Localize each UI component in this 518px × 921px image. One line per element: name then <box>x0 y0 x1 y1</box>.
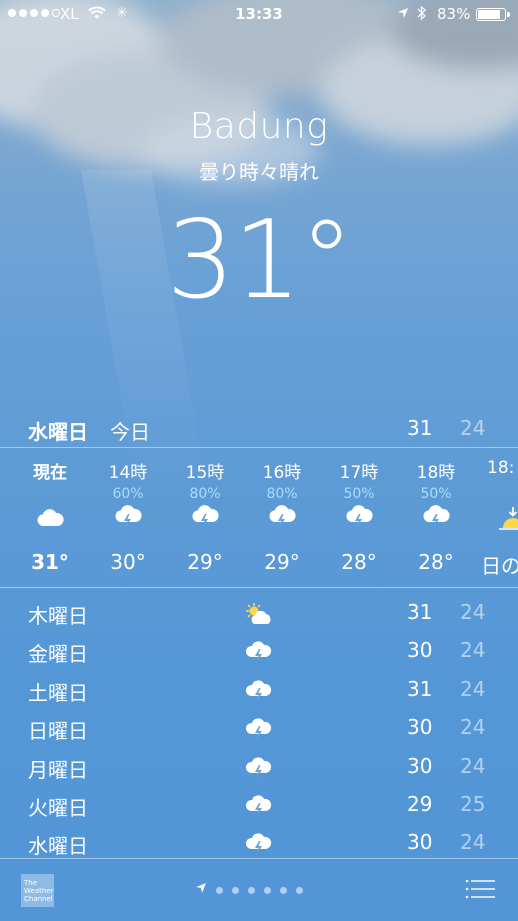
thunderstorm-icon <box>192 505 219 528</box>
thunderstorm-icon <box>245 833 272 855</box>
precip-chance: 80% <box>266 486 298 502</box>
daily-row: 日曜日 30 24 <box>0 711 518 749</box>
daily-low: 24 <box>460 600 486 624</box>
daily-row: 月曜日 30 24 <box>0 750 518 788</box>
daily-row: 木曜日 31 24 <box>0 596 518 634</box>
thunderstorm-icon <box>423 505 450 528</box>
page-dot <box>232 886 239 894</box>
hour-time: 18時 <box>416 463 456 483</box>
daily-day: 土曜日 <box>28 681 88 705</box>
today-high: 31 <box>407 416 433 440</box>
precip-chance: 80% <box>189 486 221 502</box>
thunderstorm-icon <box>245 718 272 740</box>
daily-high: 30 <box>407 715 433 739</box>
daily-day: 木曜日 <box>28 604 88 628</box>
thunderstorm-icon <box>346 505 373 528</box>
hour-time: 18: <box>487 458 515 478</box>
bluetooth-icon <box>417 5 427 25</box>
cloud-icon <box>37 509 64 526</box>
daily-high: 31 <box>407 677 433 701</box>
thunderstorm-icon <box>245 680 272 702</box>
page-dot <box>296 886 303 894</box>
daily-low: 24 <box>460 677 486 701</box>
precip-chance: 50% <box>420 486 452 502</box>
hourly-forecast[interactable]: 現在 31° 14時 60% 30° 15時 80% 29° 16時 80% 2… <box>0 448 518 586</box>
thunderstorm-icon <box>245 757 272 779</box>
daily-high: 29 <box>407 792 433 816</box>
today-label: 今日 <box>110 420 150 444</box>
today-day: 水曜日 <box>28 420 88 444</box>
daily-high: 30 <box>407 754 433 778</box>
hour-temp: 28° <box>418 550 454 574</box>
location-arrow-icon <box>397 5 409 23</box>
daily-high: 30 <box>407 638 433 662</box>
page-indicator[interactable] <box>195 882 303 898</box>
hour-temp: 日の <box>481 554 518 578</box>
daily-day: 日曜日 <box>28 719 88 743</box>
city-list-icon[interactable] <box>465 878 495 900</box>
today-low: 24 <box>460 416 486 440</box>
page-dot <box>248 886 255 894</box>
daily-low: 24 <box>460 638 486 662</box>
daily-day: 金曜日 <box>28 642 88 666</box>
partly-sunny-icon <box>246 603 271 624</box>
city-name: Badung <box>189 106 329 147</box>
daily-row: 火曜日 29 25 <box>0 788 518 826</box>
page-dot <box>280 886 287 894</box>
precip-chance: 50% <box>343 486 375 502</box>
today-summary: 水曜日 今日 31 24 <box>0 414 518 446</box>
footer-bar: The Weather Channel <box>0 858 518 921</box>
hour-time: 14時 <box>108 463 148 483</box>
weather-condition: 曇り時々晴れ <box>199 160 319 184</box>
precip-chance: 60% <box>112 486 144 502</box>
daily-day: 火曜日 <box>28 796 88 820</box>
divider <box>0 587 518 588</box>
daily-low: 24 <box>460 830 486 854</box>
hour-temp: 31° <box>31 550 69 574</box>
hour-time: 16時 <box>262 463 302 483</box>
hour-time: 17時 <box>339 463 379 483</box>
thunderstorm-icon <box>245 641 272 663</box>
page-dot <box>264 886 271 894</box>
hour-time: 現在 <box>33 463 67 483</box>
location-arrow-icon <box>195 882 207 898</box>
sunset-icon <box>499 507 518 530</box>
current-temperature: 31° <box>166 198 353 323</box>
page-dot <box>216 886 223 894</box>
daily-day: 月曜日 <box>28 758 88 782</box>
hour-temp: 29° <box>187 550 223 574</box>
daily-row: 土曜日 31 24 <box>0 673 518 711</box>
battery-percent: 83% <box>437 5 471 23</box>
thunderstorm-icon <box>269 505 296 528</box>
daily-high: 31 <box>407 600 433 624</box>
hour-time: 15時 <box>185 463 225 483</box>
battery-icon <box>476 8 510 21</box>
hour-temp: 30° <box>110 550 146 574</box>
thunderstorm-icon <box>115 505 142 528</box>
daily-high: 30 <box>407 830 433 854</box>
thunderstorm-icon <box>245 795 272 817</box>
hour-temp: 28° <box>341 550 377 574</box>
daily-low: 25 <box>460 792 486 816</box>
weather-channel-logo[interactable]: The Weather Channel <box>21 874 54 907</box>
hour-temp: 29° <box>264 550 300 574</box>
daily-row: 金曜日 30 24 <box>0 634 518 672</box>
daily-low: 24 <box>460 715 486 739</box>
daily-low: 24 <box>460 754 486 778</box>
daily-day: 水曜日 <box>28 834 88 858</box>
status-bar: XL ✳ 13:33 83% <box>0 0 518 30</box>
